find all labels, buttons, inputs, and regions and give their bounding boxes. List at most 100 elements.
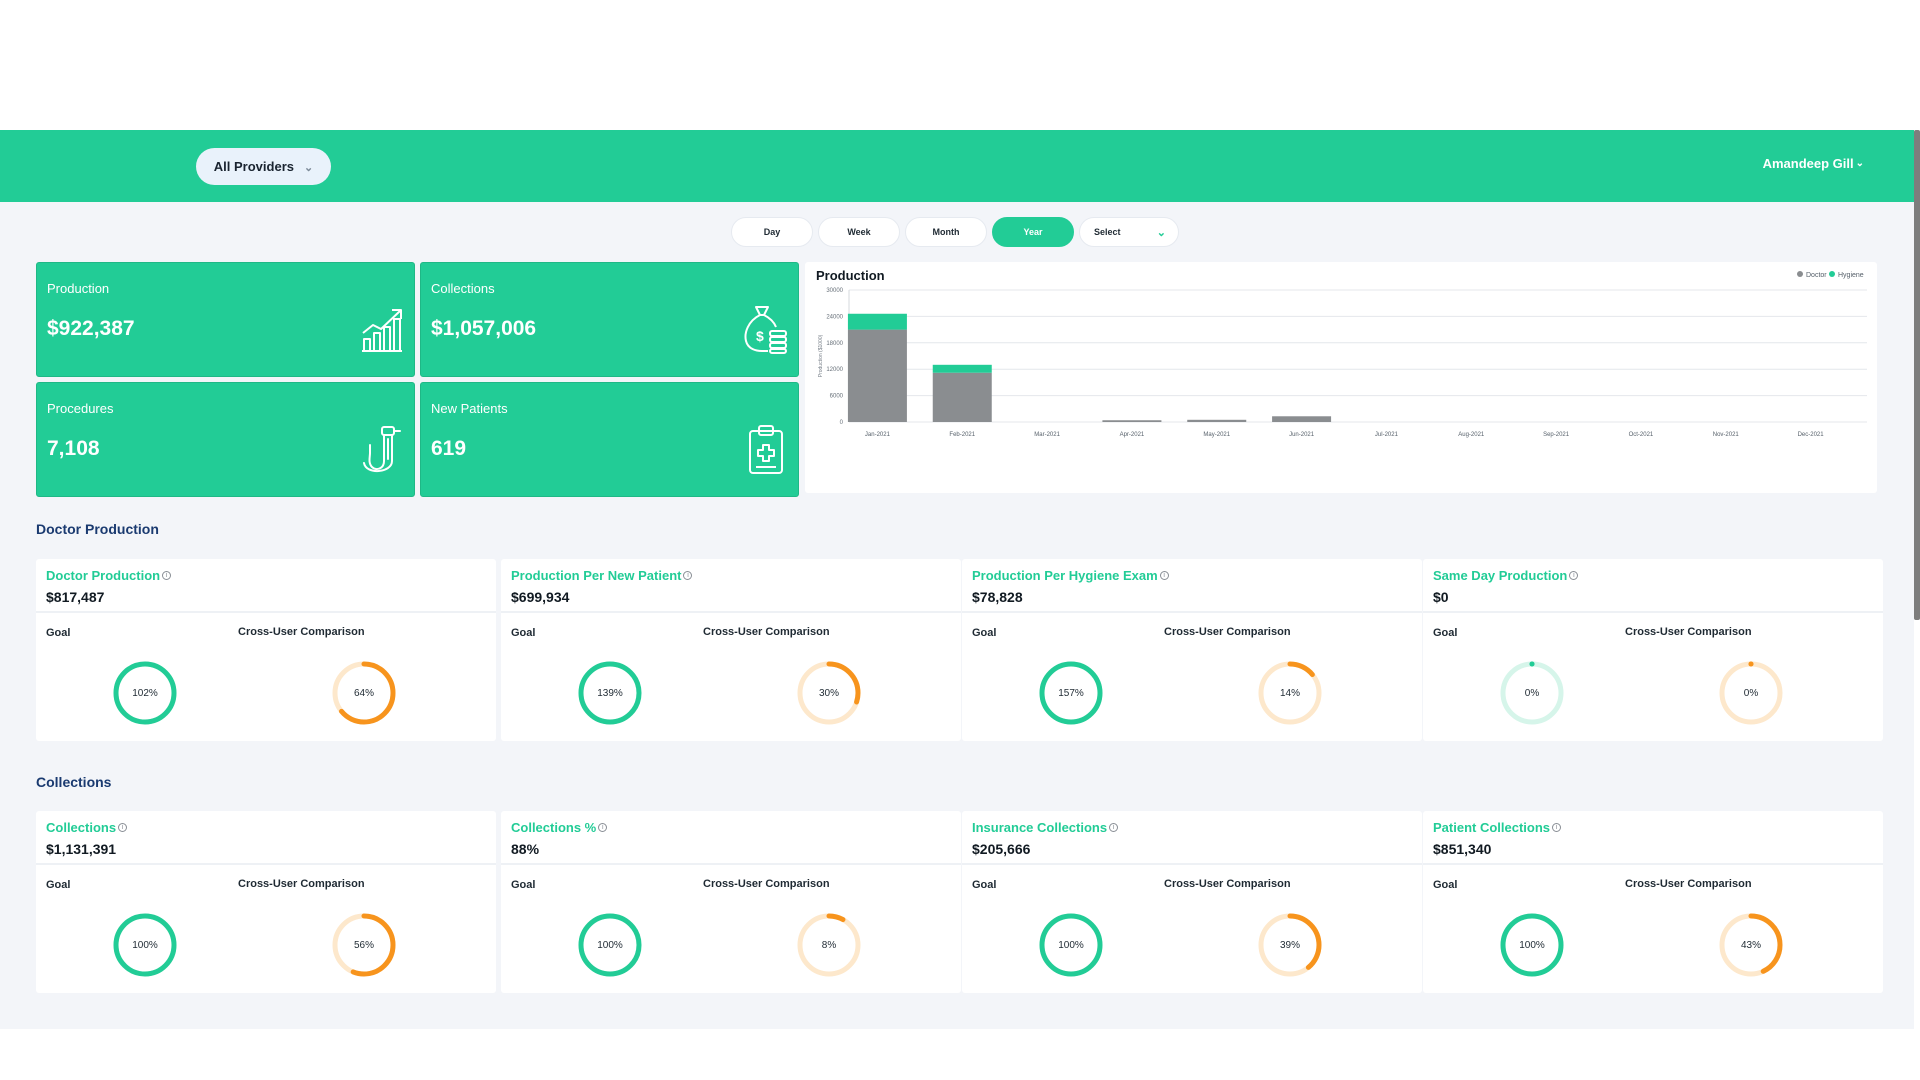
period-month-button[interactable]: Month: [905, 217, 987, 247]
info-icon[interactable]: i: [683, 571, 693, 581]
comparison-ring-value: 64%: [354, 688, 374, 699]
goal-ring-value: 100%: [1058, 940, 1084, 951]
period-day-button[interactable]: Day: [731, 217, 813, 247]
kpi-title[interactable]: Collections: [46, 820, 116, 835]
goal-ring-value: 102%: [132, 688, 158, 699]
comparison-ring-value: 30%: [819, 688, 839, 699]
legend-label: Hygiene: [1838, 272, 1864, 279]
stat-label: Collections: [431, 281, 495, 296]
kpi-card: Production Per New Patient i $699,934 Goal C…: [501, 559, 961, 741]
goal-label: Goal: [46, 879, 71, 891]
y-tick-label: 12000: [826, 367, 843, 373]
kpi-divider: [501, 611, 961, 613]
stat-value: $1,057,006: [431, 317, 537, 340]
goal-ring-value: 0%: [1525, 688, 1540, 699]
comparison-ring-start-dot: [1748, 661, 1754, 667]
kpi-title[interactable]: Production Per Hygiene Exam: [972, 568, 1158, 583]
x-tick-label: Apr-2021: [1120, 432, 1145, 438]
goal-label: Goal: [972, 879, 997, 891]
chevron-down-icon: ⌄: [1156, 226, 1166, 239]
kpi-value: $78,828: [972, 589, 1023, 605]
bar-doctor: [1102, 420, 1162, 422]
chart-title: Production: [816, 268, 885, 283]
kpi-value: $0: [1433, 589, 1449, 605]
goal-label: Goal: [46, 627, 71, 639]
stat-card-procedures[interactable]: Procedures 7,108: [36, 382, 415, 497]
period-select-dropdown[interactable]: Select ⌄: [1079, 217, 1179, 247]
kpi-title[interactable]: Insurance Collections: [972, 820, 1107, 835]
clipboard-medical-icon: [749, 425, 783, 474]
stat-card-collections[interactable]: Collections $1,057,006 $: [420, 262, 799, 377]
x-tick-label: Mar-2021: [1034, 432, 1060, 438]
goal-ring-value: 139%: [597, 688, 623, 699]
info-icon[interactable]: i: [1109, 823, 1119, 833]
goal-ring-start-dot: [1529, 661, 1535, 667]
period-year-button[interactable]: Year: [992, 217, 1074, 247]
goal-label: Goal: [511, 627, 536, 639]
bar-doctor: [1187, 419, 1247, 422]
kpi-divider: [962, 863, 1422, 865]
y-tick-label: 24000: [826, 314, 843, 320]
comparison-ring: 30%: [797, 661, 861, 725]
goal-label: Goal: [1433, 879, 1458, 891]
section-title-doctor-production: Doctor Production: [36, 521, 159, 537]
comparison-ring: 39%: [1258, 913, 1322, 977]
kpi-value: $817,487: [46, 589, 105, 605]
x-tick-label: Nov-2021: [1713, 432, 1740, 438]
goal-ring-value: 100%: [1519, 940, 1545, 951]
goal-ring: 100%: [113, 913, 177, 977]
provider-filter-dropdown[interactable]: All Providers ⌄: [196, 148, 331, 185]
kpi-value: $205,666: [972, 841, 1031, 857]
x-tick-label: Jun-2021: [1289, 432, 1315, 438]
x-tick-label: Feb-2021: [949, 432, 975, 438]
bar-hygiene: [847, 313, 907, 330]
kpi-divider: [501, 863, 961, 865]
x-tick-label: Dec-2021: [1798, 432, 1825, 438]
user-name: Amandeep Gill: [1762, 156, 1854, 171]
kpi-title[interactable]: Patient Collections: [1433, 820, 1550, 835]
goal-ring: 100%: [578, 913, 642, 977]
x-tick-label: Jul-2021: [1375, 432, 1399, 438]
x-tick-label: Aug-2021: [1458, 432, 1485, 438]
comparison-ring-value: 0%: [1744, 688, 1759, 699]
kpi-divider: [36, 863, 496, 865]
kpi-card: Collections % i 88% Goal Cross-User Comparis…: [501, 811, 961, 993]
period-selector: Day Week Month Year Select ⌄: [731, 217, 1179, 247]
comparison-ring: 0%: [1719, 661, 1783, 725]
growth-chart-icon: [362, 309, 402, 352]
kpi-title[interactable]: Production Per New Patient: [511, 568, 681, 583]
stat-card-new-patients[interactable]: New Patients 619: [420, 382, 799, 497]
section-title-collections: Collections: [36, 774, 112, 790]
period-week-button[interactable]: Week: [818, 217, 900, 247]
comparison-label: Cross-User Comparison: [1164, 626, 1291, 638]
y-tick-label: 30000: [826, 288, 843, 294]
info-icon[interactable]: i: [1552, 823, 1562, 833]
kpi-header: Collections % i 88%: [511, 819, 961, 857]
kpi-header: Doctor Production i $817,487: [46, 567, 496, 605]
bar-hygiene: [932, 364, 992, 373]
info-icon[interactable]: i: [1569, 571, 1579, 581]
info-icon[interactable]: i: [118, 823, 128, 833]
kpi-value: $1,131,391: [46, 841, 117, 857]
comparison-ring-value: 39%: [1280, 940, 1300, 951]
goal-label: Goal: [972, 627, 997, 639]
goal-ring-value: 157%: [1058, 688, 1084, 699]
stat-card-production[interactable]: Production $922,387: [36, 262, 415, 377]
kpi-title[interactable]: Doctor Production: [46, 568, 160, 583]
info-icon[interactable]: i: [162, 571, 172, 581]
y-tick-label: 6000: [830, 394, 844, 400]
stat-value: 619: [431, 437, 467, 460]
scrollbar-thumb[interactable]: [1914, 130, 1920, 620]
kpi-divider: [1423, 863, 1883, 865]
goal-ring: 102%: [113, 661, 177, 725]
info-icon[interactable]: i: [1159, 571, 1169, 581]
user-menu[interactable]: Amandeep Gill ⌄: [1763, 156, 1864, 171]
production-chart: Production Doctor Hygiene 0 6000 12000 18000 24…: [816, 268, 1867, 438]
svg-text:$: $: [756, 328, 764, 344]
x-tick-label: Sep-2021: [1543, 432, 1570, 438]
kpi-header: Same Day Production i $0: [1433, 567, 1883, 605]
info-icon[interactable]: i: [598, 823, 608, 833]
kpi-title[interactable]: Same Day Production: [1433, 568, 1567, 583]
comparison-ring-value: 43%: [1741, 940, 1761, 951]
kpi-title[interactable]: Collections %: [511, 820, 596, 835]
